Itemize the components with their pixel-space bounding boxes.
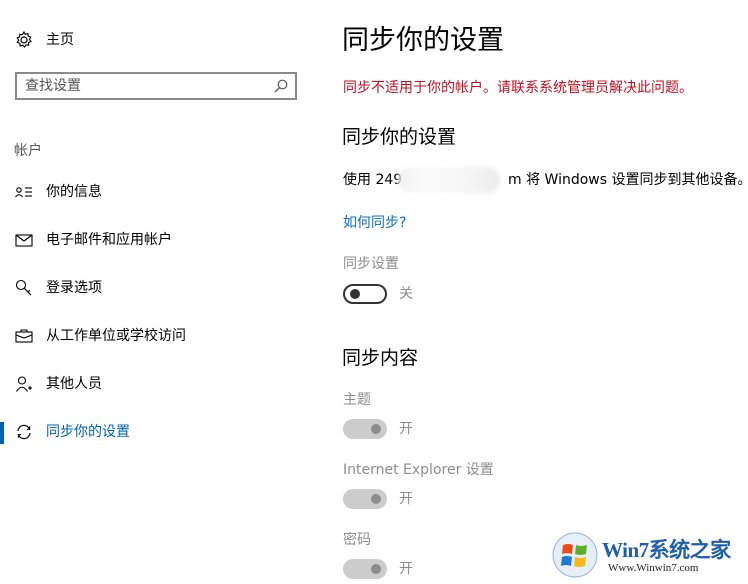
sidebar-item-label: 登录选项: [46, 280, 102, 296]
redacted-email: [398, 167, 500, 193]
windows-logo-icon: [552, 532, 598, 578]
person-icon: [16, 376, 32, 392]
mail-icon: [15, 234, 33, 247]
section-title-sync: 同步你的设置: [342, 126, 457, 148]
toggle-knob: [371, 494, 381, 504]
watermark: Win7系统之家 Www.Winwin7.com: [550, 528, 748, 584]
toggle-knob: [371, 564, 381, 574]
page-title: 同步你的设置: [342, 25, 504, 56]
sidebar-item-work-school[interactable]: 从工作单位或学校访问: [0, 316, 320, 356]
passwords-toggle[interactable]: [343, 559, 387, 579]
sidebar-item-sign-in-options[interactable]: 登录选项: [0, 268, 320, 308]
theme-state: 开: [399, 421, 413, 437]
sidebar-item-sync-settings[interactable]: 同步你的设置: [0, 412, 320, 452]
section-title-sync-content: 同步内容: [342, 347, 419, 369]
section-header-accounts: 帐户: [14, 143, 42, 159]
ie-settings-label: Internet Explorer 设置: [343, 462, 494, 478]
watermark-brand: Win7系统之家: [602, 538, 731, 562]
active-indicator: [0, 422, 4, 444]
passwords-label: 密码: [343, 532, 371, 548]
search-box[interactable]: [15, 72, 297, 100]
sync-description-suffix: m 将 Windows 设置同步到其他设备。: [508, 172, 748, 188]
toggle-knob: [371, 424, 381, 434]
ie-settings-state: 开: [399, 491, 413, 507]
sidebar-item-label: 其他人员: [46, 376, 102, 392]
sidebar-item-other-people[interactable]: 其他人员: [0, 364, 320, 404]
how-to-sync-link[interactable]: 如何同步?: [343, 213, 406, 233]
sidebar-item-label: 同步你的设置: [46, 424, 130, 440]
passwords-state: 开: [399, 561, 413, 577]
sync-icon: [17, 424, 31, 440]
gear-icon: [16, 30, 32, 48]
sidebar-item-label: 电子邮件和应用帐户: [46, 232, 172, 248]
sync-setting-label: 同步设置: [343, 256, 399, 272]
sync-setting-state: 关: [399, 286, 413, 302]
search-icon[interactable]: [273, 78, 289, 94]
error-message: 同步不适用于你的帐户。请联系系统管理员解决此问题。: [343, 80, 693, 96]
sidebar-item-your-info[interactable]: 你的信息: [0, 172, 320, 212]
search-input[interactable]: [25, 76, 265, 96]
sync-description-prefix: 使用 249: [343, 172, 403, 188]
toggle-knob: [350, 289, 360, 299]
watermark-url: Www.Winwin7.com: [608, 562, 699, 574]
briefcase-icon: [15, 329, 33, 343]
sidebar-item-home[interactable]: 主页: [0, 20, 320, 60]
sidebar-item-label: 你的信息: [46, 184, 102, 200]
person-card-icon: [15, 187, 32, 198]
theme-toggle[interactable]: [343, 419, 387, 439]
sync-settings-toggle[interactable]: [343, 284, 387, 304]
sidebar-home-label: 主页: [46, 32, 74, 48]
key-icon: [15, 279, 32, 296]
theme-label: 主题: [343, 392, 371, 408]
sidebar-item-email-accounts[interactable]: 电子邮件和应用帐户: [0, 220, 320, 260]
sidebar-item-label: 从工作单位或学校访问: [46, 328, 186, 344]
ie-settings-toggle[interactable]: [343, 489, 387, 509]
